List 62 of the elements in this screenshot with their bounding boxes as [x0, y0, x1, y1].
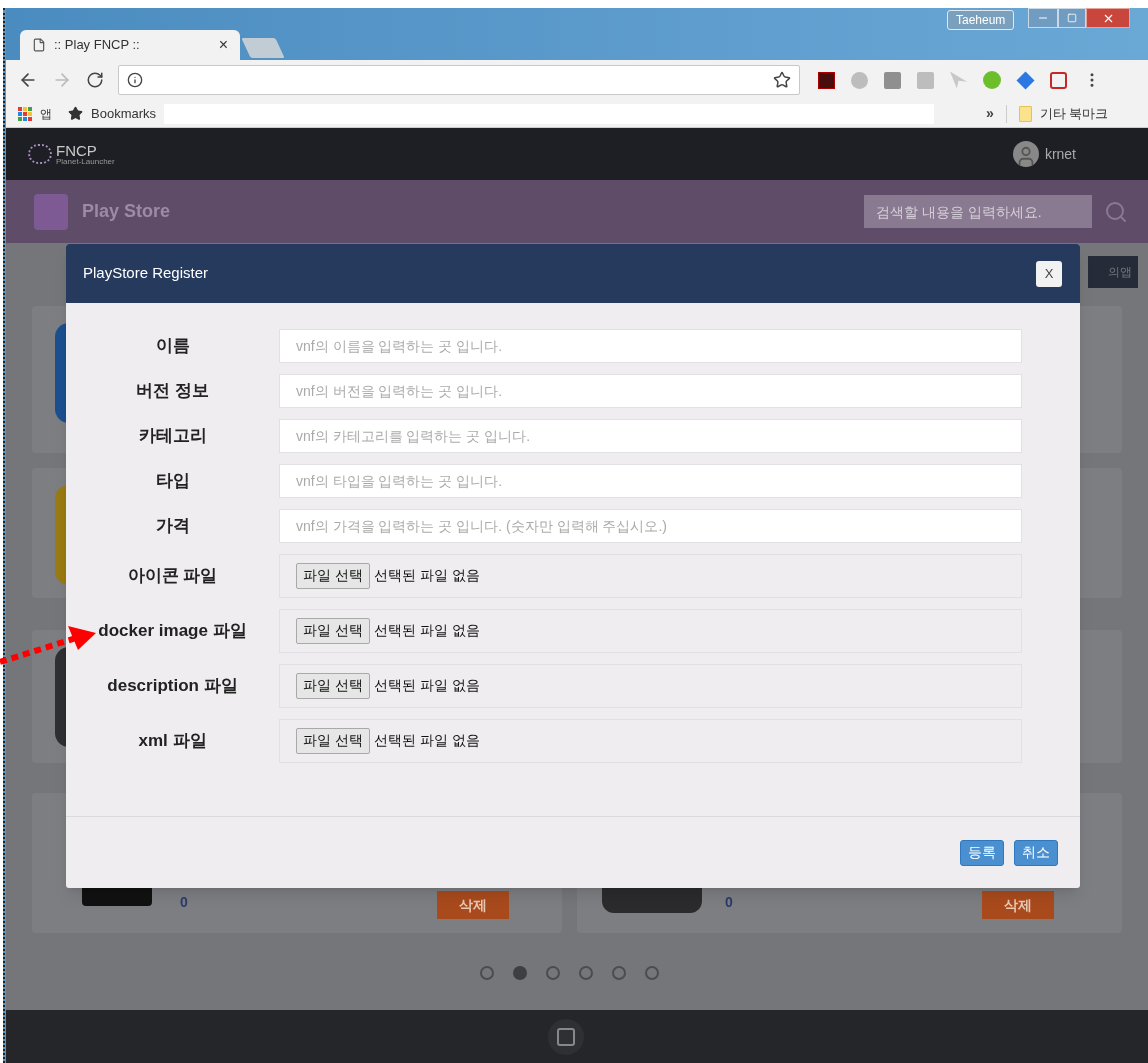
delete-button[interactable]: 삭제 [982, 891, 1054, 919]
logo-subtitle: Planet-Launcher [56, 157, 115, 166]
store-bag-icon [34, 193, 68, 230]
apps-grid-icon[interactable] [18, 106, 32, 121]
page-icon [32, 38, 46, 52]
download-count: 0 [725, 893, 733, 912]
field-label: 가격 [154, 514, 191, 537]
bookmark-star-icon[interactable] [773, 71, 791, 89]
logo-text: FNCP [56, 142, 98, 158]
input-field[interactable]: vnf의 가격을 입력하는 곳 입니다. (숫자만 입력해 주십시오.) [279, 508, 1022, 543]
user-name: krnet [1044, 144, 1076, 164]
delete-button[interactable]: 삭제 [437, 891, 509, 919]
folder-icon [1018, 105, 1032, 122]
field-label: 이름 [154, 334, 191, 357]
other-bookmarks-link[interactable]: 기타 북마크 [1039, 103, 1109, 124]
maximize-button[interactable] [1058, 8, 1086, 28]
search-icon[interactable] [1104, 199, 1128, 224]
field-label: xml 파일 [137, 729, 208, 752]
search-field[interactable]: 검색할 내용을 입력하세요. [864, 195, 1092, 228]
overflow-chevron[interactable]: » [986, 103, 994, 124]
file-status: 선택된 파일 없음 [373, 566, 480, 585]
info-icon [127, 72, 143, 88]
close-button[interactable] [1086, 8, 1130, 28]
section-title: Play Store [82, 200, 171, 223]
dialog-close-button[interactable]: X [1036, 260, 1062, 287]
tab-close-button[interactable]: × [218, 33, 228, 57]
field-label: 타입 [154, 469, 191, 492]
square-icon [557, 1027, 575, 1046]
field-label: 버전 정보 [135, 379, 210, 402]
new-tab-button[interactable] [241, 38, 285, 58]
logo-icon [28, 144, 52, 164]
file-input[interactable]: 파일 선택 선택된 파일 없음 [279, 553, 1022, 598]
reload-icon[interactable] [86, 71, 104, 89]
choose-file-button[interactable]: 파일 선택 [296, 727, 370, 754]
file-input[interactable]: 파일 선택 선택된 파일 없음 [279, 718, 1022, 763]
dialog-title: PlayStore Register [83, 263, 209, 284]
apps-link[interactable]: 앱 [40, 104, 52, 123]
file-status: 선택된 파일 없음 [373, 676, 480, 695]
field-label: 아이콘 파일 [126, 564, 219, 587]
file-status: 선택된 파일 없음 [373, 621, 480, 640]
field-label: docker image 파일 [97, 619, 248, 642]
input-field[interactable]: vnf의 이름을 입력하는 곳 입니다. [279, 328, 1022, 363]
extension-icon[interactable] [818, 71, 835, 89]
download-count: 0 [180, 893, 188, 912]
choose-file-button[interactable]: 파일 선택 [296, 672, 370, 699]
field-label: 카테고리 [137, 424, 208, 447]
input-field[interactable]: vnf의 버전을 입력하는 곳 입니다. [279, 373, 1022, 408]
avatar-icon [1012, 141, 1039, 167]
tab-title: :: Play FNCP :: [54, 36, 141, 55]
minimize-button[interactable] [1028, 8, 1058, 28]
star-icon [68, 106, 83, 121]
file-status: 선택된 파일 없음 [373, 731, 480, 750]
maximize-icon [1067, 13, 1077, 23]
browser-tab[interactable]: :: Play FNCP :: × [20, 30, 240, 60]
input-field[interactable]: vnf의 카테고리를 입력하는 곳 입니다. [279, 418, 1022, 453]
home-button[interactable] [548, 1018, 584, 1055]
input-field[interactable]: vnf의 타입을 입력하는 곳 입니다. [279, 463, 1022, 498]
file-input[interactable]: 파일 선택 선택된 파일 없음 [279, 663, 1022, 708]
choose-file-button[interactable]: 파일 선택 [296, 617, 370, 644]
file-input[interactable]: 파일 선택 선택된 파일 없음 [279, 608, 1022, 653]
bookmarks-link[interactable]: Bookmarks [91, 103, 157, 124]
choose-file-button[interactable]: 파일 선택 [296, 562, 370, 589]
